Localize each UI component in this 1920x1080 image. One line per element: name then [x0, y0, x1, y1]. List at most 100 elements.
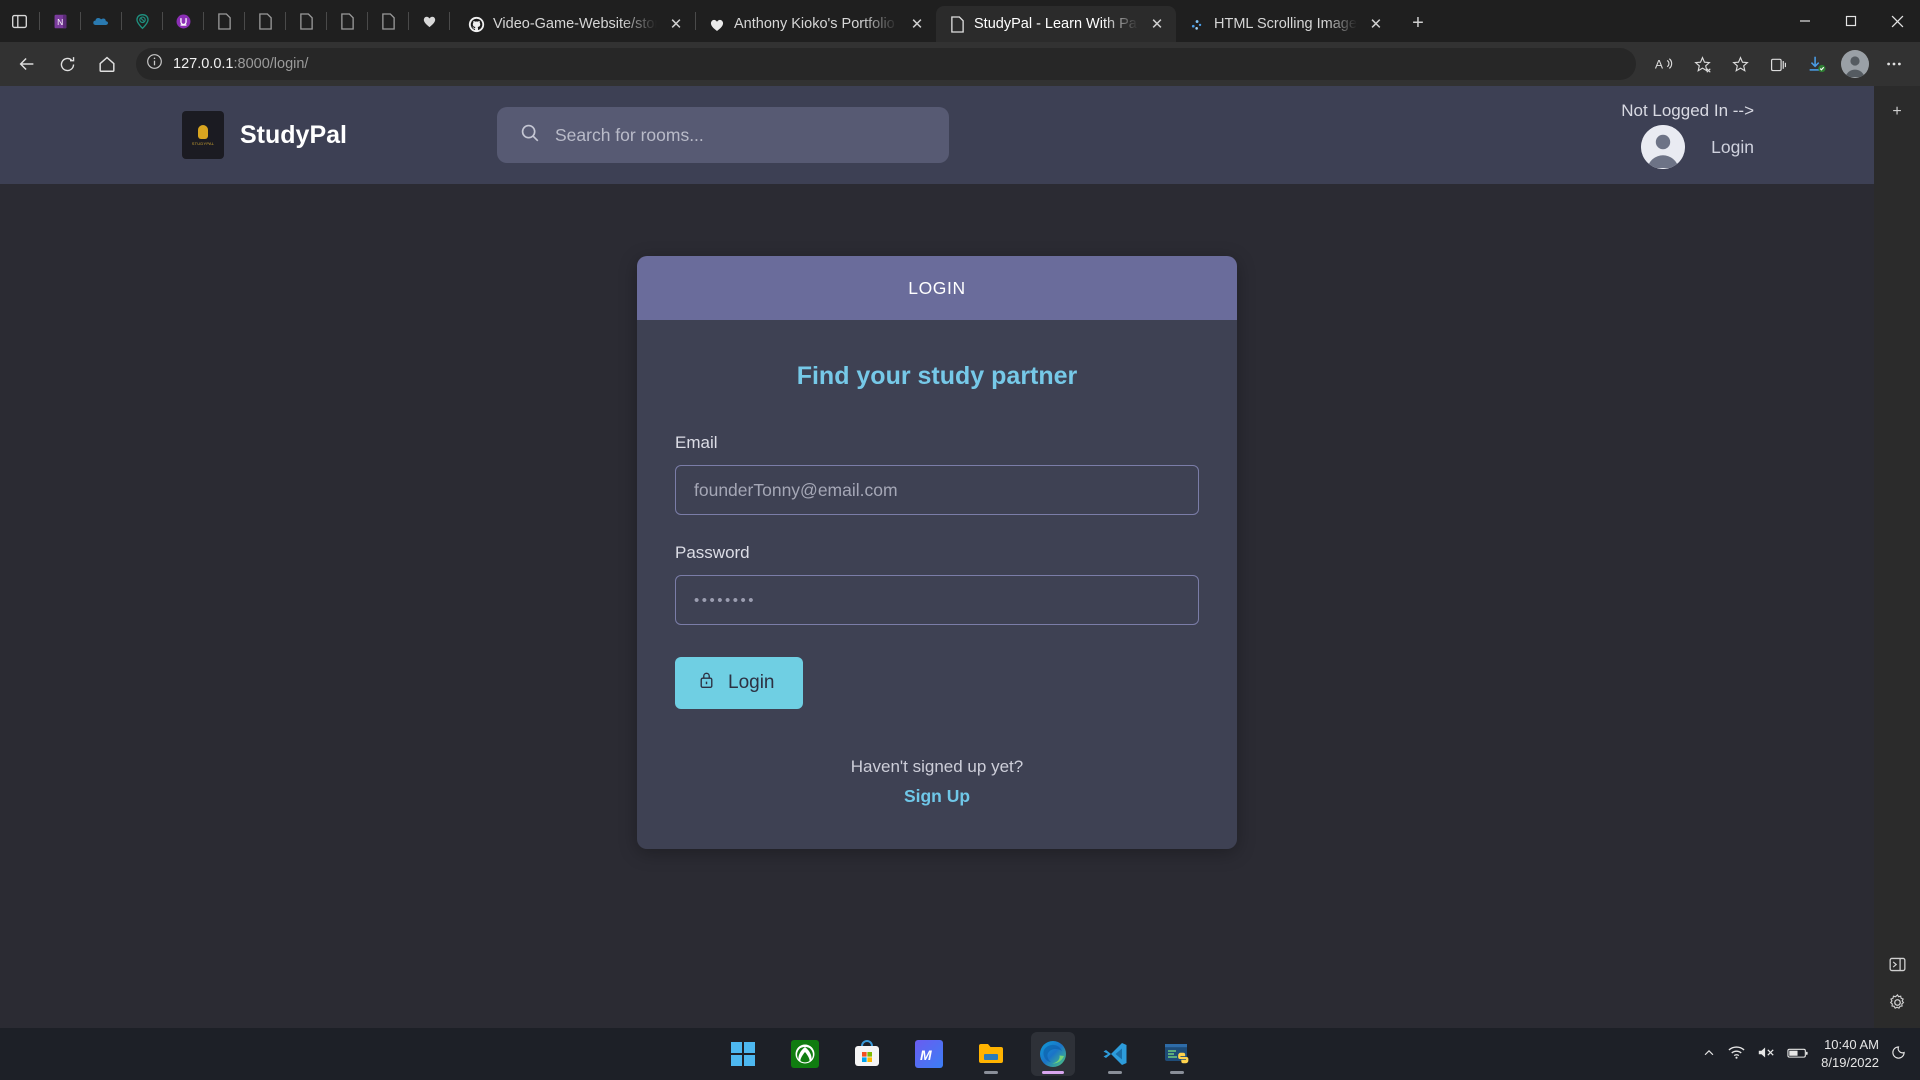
close-icon[interactable]: ✕ [665, 13, 687, 35]
downloads-icon[interactable] [1798, 47, 1834, 81]
heart-icon [708, 15, 726, 33]
onedrive-icon[interactable] [84, 0, 118, 42]
tab-strip: N Video-Game-Website/store ✕ Anthony Kio… [0, 0, 1920, 42]
window-controls [1782, 0, 1920, 42]
file-explorer-icon[interactable] [969, 1032, 1013, 1076]
quick-access-icons: N [0, 0, 455, 42]
python-idle-icon[interactable] [1155, 1032, 1199, 1076]
page-icon[interactable] [289, 0, 323, 42]
microsoft-store-icon[interactable] [845, 1032, 889, 1076]
header-user-area: Not Logged In --> Login [1621, 101, 1814, 169]
signup-link[interactable]: Sign Up [675, 786, 1199, 807]
taskbar-apps: M [721, 1032, 1199, 1076]
clock-date: 8/19/2022 [1821, 1055, 1879, 1070]
signup-prompt: Haven't signed up yet? Sign Up [675, 757, 1199, 807]
url-text: 127.0.0.1:8000/login/ [173, 56, 308, 72]
tab-title: HTML Scrolling Image [1214, 16, 1357, 32]
collections-icon[interactable] [1760, 47, 1796, 81]
page-icon[interactable] [248, 0, 282, 42]
add-favorite-icon[interactable] [1684, 47, 1720, 81]
close-icon[interactable]: ✕ [906, 13, 928, 35]
wifi-icon[interactable] [1728, 1045, 1745, 1063]
favorites-icon[interactable] [1722, 47, 1758, 81]
new-tab-button[interactable]: + [1401, 6, 1435, 40]
login-row: Login [1641, 125, 1754, 169]
info-icon[interactable] [146, 53, 163, 75]
lock-icon [697, 670, 716, 696]
divider [121, 12, 122, 30]
refresh-button[interactable] [48, 47, 86, 81]
close-window-button[interactable] [1874, 0, 1920, 42]
heart-icon[interactable] [412, 0, 446, 42]
teal-pin-icon[interactable] [125, 0, 159, 42]
browser-viewport: STUDYPAL StudyPal Search for rooms... No… [0, 86, 1920, 1028]
clock-time: 10:40 AM [1824, 1037, 1879, 1053]
page-icon[interactable] [330, 0, 364, 42]
minimize-button[interactable] [1782, 0, 1828, 42]
back-button[interactable] [8, 47, 46, 81]
notifications-icon[interactable] [1891, 1045, 1906, 1063]
system-tray: 10:40 AM 8/19/2022 [1702, 1036, 1920, 1071]
battery-icon[interactable] [1787, 1046, 1809, 1063]
microsoft-edge-icon[interactable] [1031, 1032, 1075, 1076]
divider [285, 12, 286, 30]
purple-u-icon[interactable] [166, 0, 200, 42]
onenote-icon[interactable]: N [43, 0, 77, 42]
page-title: Find your study partner [796, 362, 1078, 390]
profile-avatar[interactable] [1841, 50, 1869, 78]
vscode-icon[interactable] [1093, 1032, 1137, 1076]
login-status-text: Not Logged In --> [1621, 101, 1754, 120]
browser-tab[interactable]: Anthony Kioko's Portfolio We ✕ [696, 6, 936, 42]
browser-tab-active[interactable]: StudyPal - Learn With Pals Wo ✕ [936, 6, 1176, 42]
page-icon[interactable] [371, 0, 405, 42]
email-label: Email [675, 433, 718, 452]
svg-text:M: M [920, 1047, 932, 1063]
browser-tab[interactable]: Video-Game-Website/store a ✕ [455, 6, 695, 42]
divider [203, 12, 204, 30]
divider [80, 12, 81, 30]
dots-icon [1188, 15, 1206, 33]
svg-text:A: A [1654, 57, 1663, 71]
url-host: 127.0.0.1 [173, 56, 234, 72]
more-icon[interactable] [1876, 47, 1912, 81]
split-screen-icon[interactable] [1881, 948, 1913, 980]
password-field[interactable]: •••••••• [675, 575, 1199, 625]
close-icon[interactable]: ✕ [1365, 13, 1387, 35]
app-running-indicator [1170, 1071, 1184, 1074]
email-field[interactable]: founderTonny@email.com [675, 465, 1199, 515]
header-login-link[interactable]: Login [1711, 137, 1754, 158]
read-aloud-icon[interactable]: A [1646, 47, 1682, 81]
toolbar-actions: A [1646, 47, 1912, 81]
sidebar-toggle-icon[interactable] [2, 0, 36, 42]
brand[interactable]: STUDYPAL StudyPal [182, 111, 347, 159]
logo-caption: STUDYPAL [191, 140, 215, 146]
windows-start-icon[interactable] [721, 1032, 765, 1076]
page-icon[interactable] [207, 0, 241, 42]
volume-muted-icon[interactable] [1757, 1045, 1775, 1063]
home-button[interactable] [88, 47, 126, 81]
maximize-button[interactable] [1828, 0, 1874, 42]
login-button[interactable]: Login [675, 657, 803, 709]
search-placeholder: Search for rooms... [554, 124, 704, 145]
page-icon [948, 15, 966, 33]
divider [326, 12, 327, 30]
xbox-icon[interactable] [783, 1032, 827, 1076]
browser-window: N Video-Game-Website/store ✕ Anthony Kio… [0, 0, 1920, 1080]
show-hidden-icons-icon[interactable] [1702, 1046, 1716, 1063]
gear-icon[interactable] [1881, 986, 1913, 1018]
divider [367, 12, 368, 30]
lightbulb-shape [198, 124, 208, 139]
close-icon[interactable]: ✕ [1146, 13, 1168, 35]
avatar[interactable] [1641, 125, 1686, 169]
browser-tab[interactable]: HTML Scrolling Image ✕ [1176, 6, 1395, 42]
add-sidebar-app-button[interactable]: + [1881, 96, 1913, 128]
app-running-indicator-active [1042, 1071, 1064, 1074]
brand-name: StudyPal [240, 120, 347, 149]
merge-app-icon[interactable]: M [907, 1032, 951, 1076]
address-bar[interactable]: 127.0.0.1:8000/login/ [136, 48, 1636, 80]
browser-toolbar: 127.0.0.1:8000/login/ A [0, 42, 1920, 86]
taskbar-clock[interactable]: 10:40 AM 8/19/2022 [1821, 1036, 1879, 1071]
page-content: LOGIN Find your study partner Email foun… [0, 184, 1874, 849]
app-running-indicator [984, 1071, 998, 1074]
search-input[interactable]: Search for rooms... [496, 107, 949, 163]
